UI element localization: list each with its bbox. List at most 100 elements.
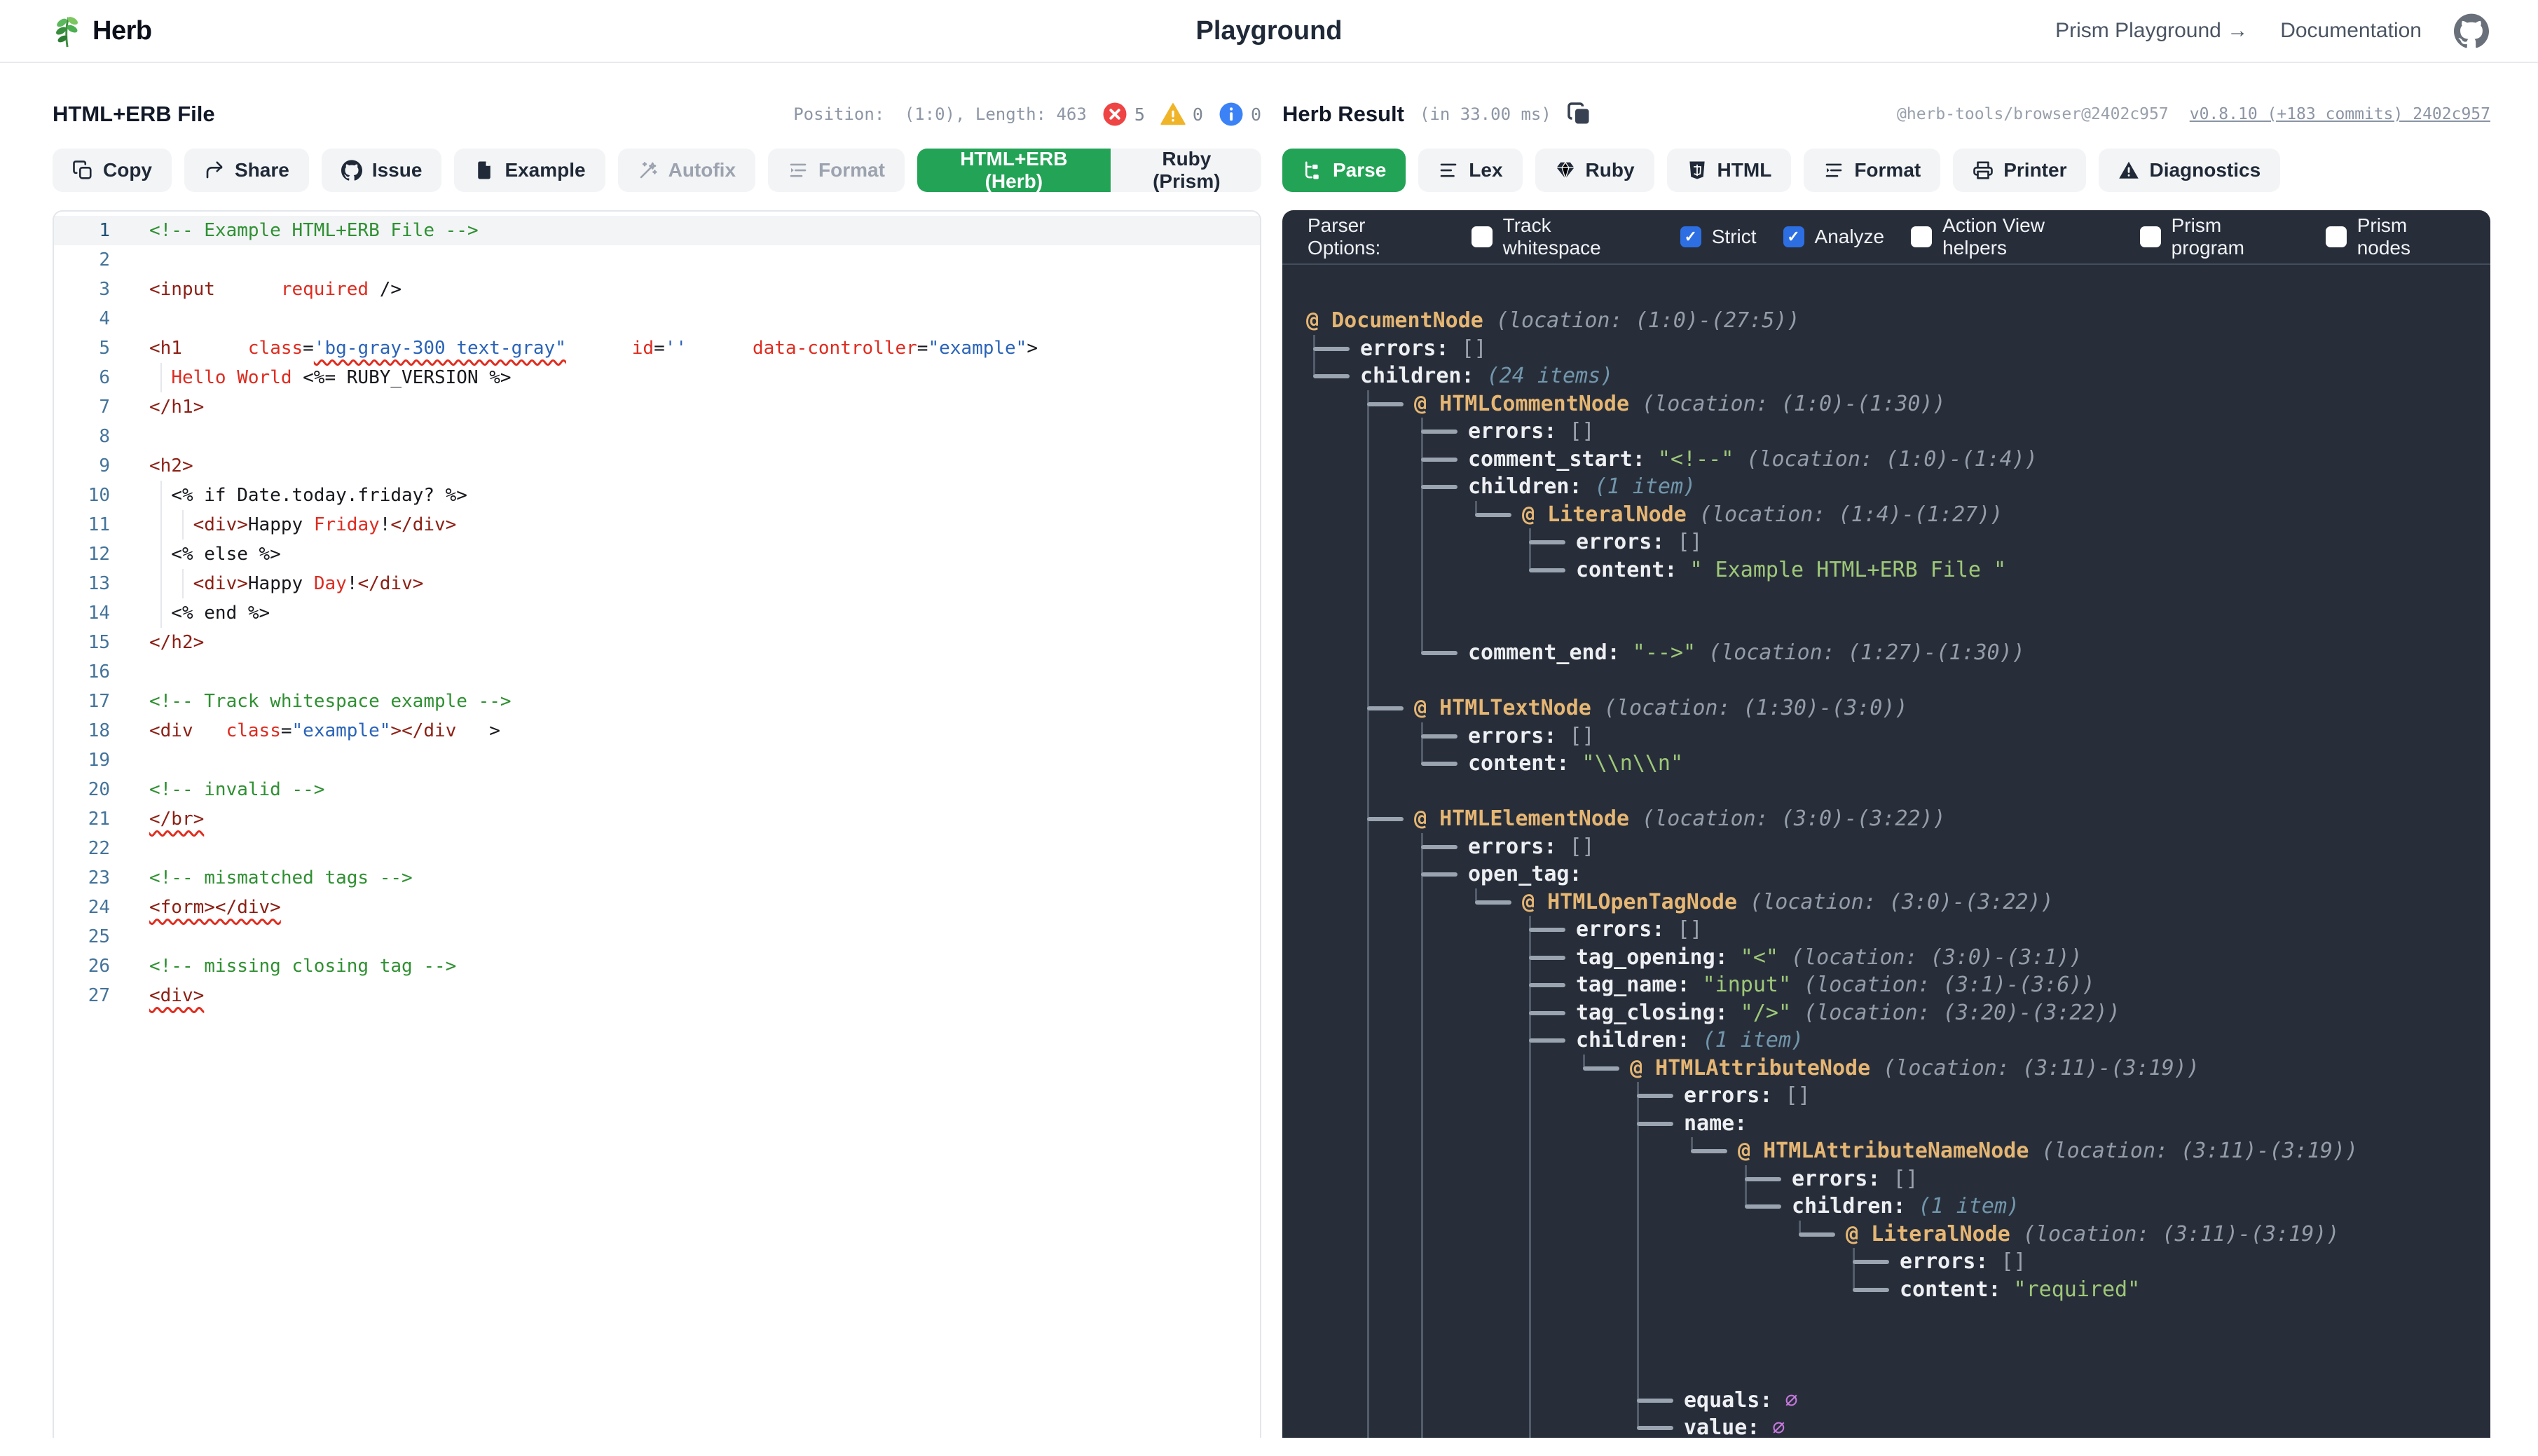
warning-icon [1160, 102, 1186, 127]
button-label: HTML+ERB (Herb) [937, 148, 1091, 193]
source-toolbar: CopyShareIssueExampleAutofixFormatHTML+E… [53, 149, 1261, 192]
tree-guide-line [1414, 501, 1468, 529]
tree-row [1306, 667, 2490, 695]
lex-button[interactable]: Lex [1418, 149, 1522, 192]
github-icon[interactable] [2454, 13, 2489, 48]
tree-indent [1306, 916, 1360, 944]
issue-button[interactable]: Issue [322, 149, 442, 192]
html-button[interactable]: HTML [1667, 149, 1792, 192]
tree-indent [1306, 722, 1360, 750]
ruby-prism-button[interactable]: Ruby (Prism) [1112, 149, 1261, 192]
code-line-19[interactable]: 19 [54, 746, 1260, 775]
code-content [130, 834, 149, 863]
tree-branch [1414, 722, 1468, 750]
code-line-9[interactable]: 9<h2> [54, 451, 1260, 481]
tree-guide-line [1360, 971, 1414, 999]
tree-guide-line [1360, 833, 1414, 861]
nav-link-documentation[interactable]: Documentation [2280, 19, 2422, 43]
code-line-27[interactable]: 27<div> [54, 981, 1260, 1010]
tree-row [1306, 1359, 2490, 1387]
tree-indent [1468, 1110, 1522, 1138]
code-line-10[interactable]: 10 <% if Date.today.friday? %> [54, 481, 1260, 510]
tree-guide-line [1414, 888, 1468, 916]
tree-row: errors: [] [1306, 722, 2490, 750]
tree-branch [1306, 335, 1360, 363]
code-line-25[interactable]: 25 [54, 922, 1260, 952]
wand-icon [638, 160, 659, 181]
code-line-12[interactable]: 12 <% else %> [54, 540, 1260, 569]
code-line-3[interactable]: 3<input required /> [54, 275, 1260, 304]
unchecked-checkbox[interactable] [1472, 226, 1493, 247]
code-line-24[interactable]: 24<form></div> [54, 893, 1260, 922]
line-number: 17 [54, 687, 130, 716]
code-line-5[interactable]: 5<h1 class='bg-gray-300 text-gray" id=''… [54, 334, 1260, 363]
code-line-13[interactable]: 13 <div>Happy Day!</div> [54, 569, 1260, 598]
version-link[interactable]: v0.8.10 (+183 commits) 2402c957 [2190, 105, 2490, 123]
code-line-1[interactable]: 1<!-- Example HTML+ERB File --> [54, 216, 1260, 245]
printer-button[interactable]: Printer [1953, 149, 2086, 192]
checked-checkbox[interactable]: ✓ [1783, 226, 1804, 247]
copy-result-icon[interactable] [1567, 102, 1592, 127]
unchecked-checkbox[interactable] [1911, 226, 1932, 247]
brand[interactable]: Herb [50, 13, 152, 48]
tree-guide-line [1414, 971, 1468, 999]
diagnostics-button[interactable]: Diagnostics [2099, 149, 2280, 192]
indent-guide [160, 481, 162, 510]
code-line-4[interactable]: 4 [54, 304, 1260, 334]
tree-indent [1468, 1221, 1522, 1249]
code-content: <!-- Track whitespace example --> [130, 687, 512, 716]
tree-indent [1576, 1193, 1630, 1221]
ruby-button[interactable]: Ruby [1535, 149, 1654, 192]
ast-tree[interactable]: @ DocumentNode (location: (1:0)-(27:5))e… [1282, 265, 2490, 1438]
tree-guide-line [1360, 722, 1414, 750]
parser-option-prism-program[interactable]: Prism program [2140, 214, 2299, 259]
parser-option-prism-nodes[interactable]: Prism nodes [2326, 214, 2465, 259]
code-line-20[interactable]: 20<!-- invalid --> [54, 775, 1260, 804]
code-line-15[interactable]: 15</h2> [54, 628, 1260, 657]
share-button[interactable]: Share [184, 149, 309, 192]
code-line-16[interactable]: 16 [54, 657, 1260, 687]
line-number: 16 [54, 657, 130, 687]
parser-option-analyze[interactable]: ✓Analyze [1783, 214, 1885, 259]
code-line-17[interactable]: 17<!-- Track whitespace example --> [54, 687, 1260, 716]
format-result-button[interactable]: Format [1804, 149, 1940, 192]
tree-branch [1630, 1414, 1684, 1438]
htmlerb-herb-button[interactable]: HTML+ERB (Herb) [917, 149, 1112, 192]
code-line-26[interactable]: 26<!-- missing closing tag --> [54, 952, 1260, 981]
parser-option-strict[interactable]: ✓Strict [1680, 214, 1757, 259]
code-line-23[interactable]: 23<!-- mismatched tags --> [54, 863, 1260, 893]
printer-icon [1973, 160, 1994, 181]
checked-checkbox[interactable]: ✓ [1680, 226, 1701, 247]
tree-indent [1306, 639, 1360, 667]
tree-row: errors: [] [1306, 1165, 2490, 1193]
code-line-22[interactable]: 22 [54, 834, 1260, 863]
tree-row: @ LiteralNode (location: (3:11)-(3:19)) [1306, 1221, 2490, 1249]
parse-button[interactable]: Parse [1282, 149, 1406, 192]
tree-guide-line [1630, 1165, 1684, 1193]
code-line-2[interactable]: 2 [54, 245, 1260, 275]
example-button[interactable]: Example [454, 149, 605, 192]
code-line-8[interactable]: 8 [54, 422, 1260, 451]
button-label: Ruby [1586, 159, 1635, 181]
code-line-18[interactable]: 18<div class="example"></div > [54, 716, 1260, 746]
nav-link-prism-playground[interactable]: Prism Playground → [2055, 19, 2248, 43]
tree-indent [1306, 805, 1360, 833]
parser-option-track-whitespace[interactable]: Track whitespace [1472, 214, 1654, 259]
code-line-6[interactable]: 6 Hello World <%= RUBY_VERSION %> [54, 363, 1260, 392]
code-line-14[interactable]: 14 <% end %> [54, 598, 1260, 628]
code-editor[interactable]: 1<!-- Example HTML+ERB File -->23<input … [53, 210, 1261, 1438]
tree-guide-line [1360, 1193, 1414, 1221]
copy-button[interactable]: Copy [53, 149, 172, 192]
code-line-21[interactable]: 21</br> [54, 804, 1260, 834]
code-line-11[interactable]: 11 <div>Happy Friday!</div> [54, 510, 1260, 540]
tree-guide-line [1414, 1248, 1468, 1276]
tree-guide-line [1522, 1359, 1576, 1387]
tree-row: value: ∅ [1306, 1414, 2490, 1438]
tree-guide-line [1414, 1331, 1468, 1359]
tree-branch [1306, 362, 1360, 390]
unchecked-checkbox[interactable] [2326, 226, 2347, 247]
code-line-7[interactable]: 7</h1> [54, 392, 1260, 422]
position-value: (1:0), Length: 463 [905, 104, 1087, 124]
parser-option-action-view-helpers[interactable]: Action View helpers [1911, 214, 2113, 259]
unchecked-checkbox[interactable] [2140, 226, 2161, 247]
